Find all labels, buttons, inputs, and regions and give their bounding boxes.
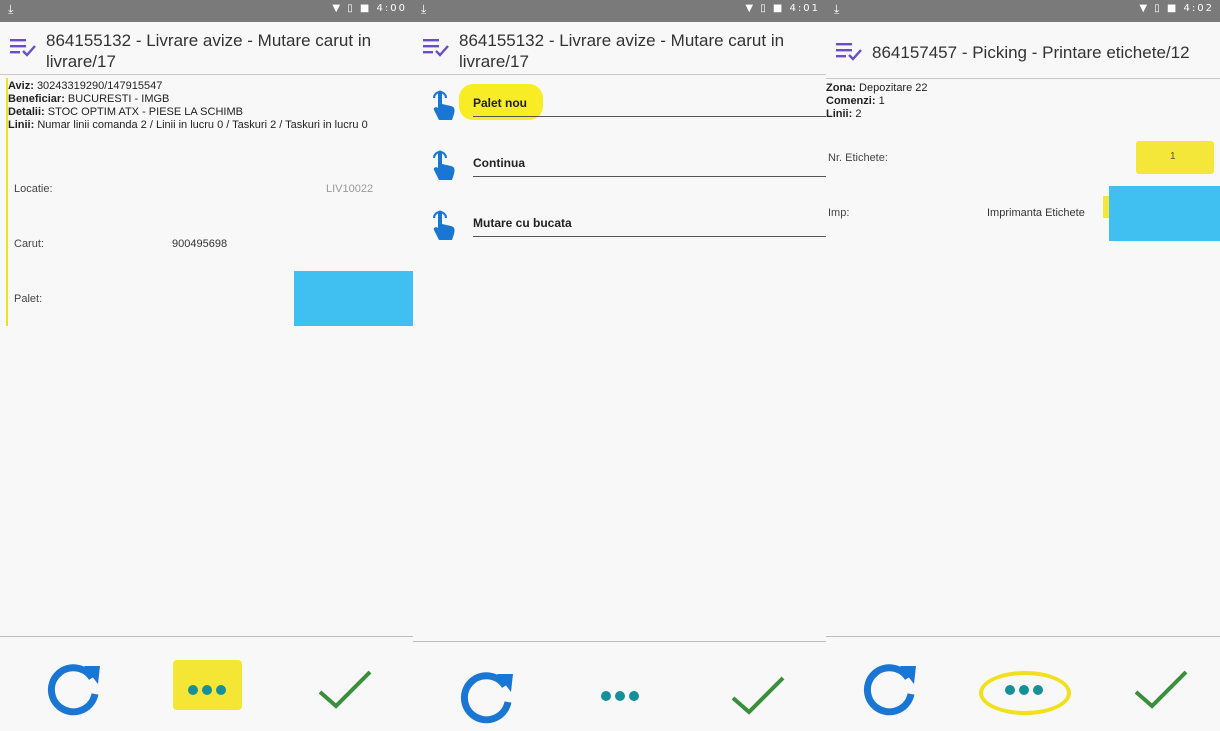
title-bar: 864155132 - Livrare avize - Mutare carut… [413,22,826,75]
info-comenzi: Comenzi: 1 [826,95,885,107]
menu-check-icon[interactable] [10,36,36,58]
footer-divider [0,636,413,637]
refresh-icon [863,664,916,716]
status-time: 4:02 [1183,3,1214,14]
action-label: Palet nou [473,96,528,110]
imp-select[interactable] [1109,186,1220,241]
info-detalii: Detalii: STOC OPTIM ATX - PIESE LA SCHIM… [8,106,243,118]
action-mutare-cu-bucata[interactable]: Mutare cu bucata [431,206,826,246]
refresh-button[interactable] [453,660,523,730]
etichete-value: 1 [1170,151,1176,162]
etichete-label: Nr. Etichete: [828,152,888,164]
info-zona: Zona: Depozitare 22 [826,82,928,94]
palet-input[interactable] [294,271,413,326]
info-linii: Linii: Numar linii comanda 2 / Linii in … [8,119,368,131]
page-title: 864157457 - Picking - Printare etichete/… [872,43,1190,62]
locatie-value[interactable]: LIV10022 [326,183,373,195]
screen-mutare-carut: ⤓ ▼ ▯ ■ 4:00 864155132 - Livrare avize -… [0,0,413,731]
etichete-input[interactable]: 1 [1136,141,1214,174]
imp-value[interactable]: Imprimanta Etichete [987,207,1085,219]
status-bar: ⤓ ▼ ▯ ■ 4:02 [826,0,1220,22]
status-icons: ▼ ▯ ■ 4:02 [1139,3,1214,14]
menu-check-icon[interactable] [423,36,449,58]
status-time: 4:00 [376,3,407,14]
refresh-button[interactable] [856,652,926,722]
action-continua[interactable]: Continua [431,146,826,186]
page-title: 864155132 - Livrare avize - Mutare carut… [46,31,372,71]
info-block: Zona: Depozitare 22 Comenzi: 1 Linii: 2 [826,82,1214,121]
info-beneficiar: Beneficiar: BUCURESTI - IMGB [8,93,170,105]
more-dots-icon [1005,685,1043,695]
title-bar: 864155132 - Livrare avize - Mutare carut… [0,22,413,75]
action-underline [473,116,826,117]
download-icon: ⤓ [834,2,840,16]
more-button[interactable] [172,652,242,722]
hand-pointer-icon [433,210,455,240]
refresh-icon [460,672,513,724]
info-aviz: Aviz: 30243319290/147915547 [8,80,163,92]
more-dots-icon [188,685,226,695]
screen-actions: ⤓ ▼ ▯ ■ 4:01 864155132 - Livrare avize -… [413,0,826,731]
status-icons: ▼ ▯ ■ 4:00 [332,3,407,14]
confirm-button[interactable] [310,652,380,722]
download-icon: ⤓ [8,2,14,16]
title-bar: 864157457 - Picking - Printare etichete/… [826,22,1220,79]
action-underline [473,176,826,177]
action-label: Mutare cu bucata [473,216,572,230]
confirm-button[interactable] [1126,652,1196,722]
status-bar: ⤓ ▼ ▯ ■ 4:00 [0,0,413,22]
menu-check-icon[interactable] [836,40,862,62]
confirm-button[interactable] [723,660,793,730]
footer-divider [413,641,826,642]
imp-label: Imp: [828,207,850,219]
more-dots-icon [601,691,639,701]
hand-pointer-icon [433,90,455,120]
more-button[interactable] [989,652,1059,722]
info-linii: Linii: 2 [826,108,862,120]
more-button[interactable] [585,660,655,730]
action-palet-nou[interactable]: Palet nou [431,84,826,126]
page-title: 864155132 - Livrare avize - Mutare carut… [459,31,785,71]
status-icons: ▼ ▯ ■ 4:01 [745,3,820,14]
carut-label: Carut: [14,238,44,250]
footer-divider [826,636,1220,637]
status-time: 4:01 [789,3,820,14]
refresh-icon [47,664,100,716]
action-label: Continua [473,156,525,170]
action-underline [473,236,826,237]
refresh-button[interactable] [40,652,110,722]
hand-pointer-icon [433,150,455,180]
screen-printare-etichete: ⤓ ▼ ▯ ■ 4:02 864157457 - Picking - Print… [826,0,1220,731]
palet-label: Palet: [14,293,43,305]
status-bar: ⤓ ▼ ▯ ■ 4:01 [413,0,826,22]
info-block: Aviz: 30243319290/147915547 Beneficiar: … [8,80,407,132]
download-icon: ⤓ [421,2,427,16]
check-icon [1134,670,1188,709]
check-icon [731,676,785,715]
carut-value[interactable]: 900495698 [172,238,227,250]
check-icon [318,670,372,709]
locatie-label: Locatie: [14,183,53,195]
